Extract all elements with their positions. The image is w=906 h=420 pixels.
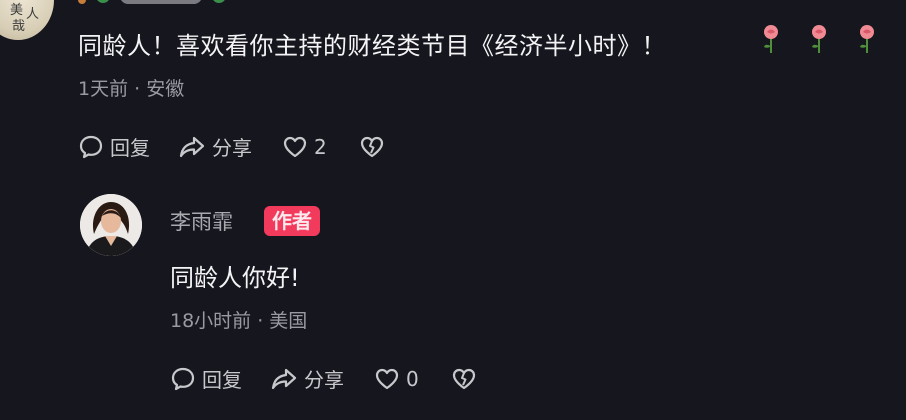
share-label: 分享 [304, 368, 344, 392]
author-portrait-icon [80, 194, 142, 256]
share-arrow-icon [271, 368, 297, 389]
reply-bubble-icon [171, 367, 195, 390]
rose-icon [860, 25, 874, 53]
commenter-name-cropped [78, 0, 226, 6]
like-button[interactable]: 0 [374, 367, 419, 391]
commenter-avatar[interactable]: 美 人 哉 [0, 0, 54, 40]
author-badge: 作者 [264, 206, 320, 236]
broken-heart-icon [452, 368, 475, 389]
reply-actions: 回复 分享 0 [170, 364, 477, 393]
broken-heart-icon [360, 136, 383, 157]
heart-icon [375, 368, 399, 389]
reply-author-name[interactable]: 李雨霏 [170, 206, 233, 236]
reply-label: 回复 [202, 368, 242, 392]
share-button[interactable]: 分享 [270, 364, 344, 393]
like-count: 0 [406, 366, 419, 391]
rose-icon [812, 25, 826, 53]
comment-text: 同龄人！喜欢看你主持的财经类节目《经济半小时》！ [78, 32, 666, 60]
comment-actions: 回复 分享 2 [78, 132, 385, 161]
like-button[interactable]: 2 [282, 135, 327, 159]
reply-text: 同龄人你好! [170, 264, 300, 292]
reply-button[interactable]: 回复 [170, 364, 242, 393]
share-arrow-icon [179, 136, 205, 157]
share-button[interactable]: 分享 [178, 132, 252, 161]
reply-button[interactable]: 回复 [78, 132, 150, 161]
share-label: 分享 [212, 136, 252, 160]
dislike-button[interactable] [451, 367, 477, 391]
heart-icon [283, 136, 307, 157]
like-count: 2 [314, 134, 327, 159]
reply-label: 回复 [110, 136, 150, 160]
author-avatar[interactable] [80, 194, 142, 256]
reply-bubble-icon [79, 135, 103, 158]
reply-meta: 18小时前 · 美国 [170, 310, 308, 332]
rose-icon [764, 25, 778, 53]
comment-thread: 美 人 哉 同龄人！喜欢看你主持的财经类节目《经济半小时》！ 1天前 · 安徽 [0, 0, 906, 420]
dislike-button[interactable] [359, 135, 385, 159]
comment-meta: 1天前 · 安徽 [78, 78, 185, 100]
